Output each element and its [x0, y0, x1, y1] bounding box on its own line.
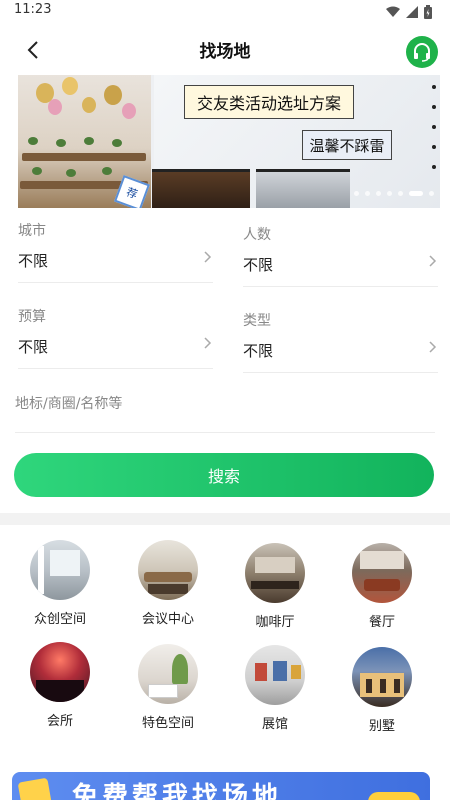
category-label: 别墅: [368, 719, 395, 734]
category-restaurant[interactable]: 餐厅: [337, 543, 427, 630]
carousel-pager: [354, 191, 434, 196]
city-label: 城市: [18, 223, 46, 239]
category-label: 咖啡厅: [255, 615, 295, 630]
city-value: 不限: [18, 252, 49, 270]
divider: [243, 372, 438, 373]
budget-label: 预算: [18, 309, 46, 325]
divider: [243, 286, 438, 287]
category-exhibition[interactable]: 展馆: [230, 645, 320, 732]
status-time: 11:23: [14, 2, 52, 17]
category-cafe[interactable]: 咖啡厅: [230, 543, 320, 630]
exhibition-photo: [245, 645, 305, 705]
special-space-photo: [138, 644, 198, 704]
customer-service-button[interactable]: [406, 36, 438, 68]
budget-value: 不限: [18, 338, 49, 356]
banner-tag: [368, 792, 420, 800]
banner-carousel[interactable]: 荐 交友类活动选址方案 温馨不踩雷: [18, 75, 440, 208]
wifi-icon: [386, 6, 400, 17]
banner-notebook-dots: [432, 85, 436, 185]
divider: [18, 368, 213, 369]
people-label: 人数: [243, 227, 271, 243]
type-label: 类型: [243, 313, 271, 329]
keyword-input[interactable]: 地标/商圈/名称等: [15, 393, 122, 413]
category-conference[interactable]: 会议中心: [123, 540, 213, 627]
status-icons: [386, 5, 432, 19]
category-villa[interactable]: 别墅: [337, 647, 427, 734]
category-special-space[interactable]: 特色空间: [123, 644, 213, 731]
conference-photo: [138, 540, 198, 600]
banner-thumb-cafe: [152, 169, 250, 208]
club-photo: [30, 642, 90, 702]
category-label: 展馆: [261, 717, 288, 732]
nav-bar: 找场地: [0, 28, 450, 72]
cafe-photo: [245, 543, 305, 603]
people-value: 不限: [243, 256, 274, 274]
free-venue-finder-banner[interactable]: 免费帮我找场地: [12, 772, 430, 800]
category-label: 会所: [46, 714, 73, 729]
status-bar: 11:23: [0, 0, 450, 22]
coworking-photo: [30, 540, 90, 600]
chevron-right-icon: [204, 337, 212, 349]
divider: [15, 432, 435, 433]
chevron-right-icon: [204, 251, 212, 263]
villa-photo: [352, 647, 412, 707]
category-label: 众创空间: [33, 612, 86, 627]
banner-headline: 交友类活动选址方案: [184, 85, 354, 119]
section-divider: [0, 513, 450, 525]
restaurant-photo: [352, 543, 412, 603]
signal-icon: [406, 6, 418, 18]
bottom-banner-text: 免费帮我找场地: [72, 782, 283, 800]
chevron-right-icon: [429, 255, 437, 267]
type-value: 不限: [243, 342, 274, 360]
banner-decoration: [17, 777, 53, 800]
banner-thumb-lounge: [256, 169, 350, 208]
category-coworking[interactable]: 众创空间: [15, 540, 105, 627]
category-label: 餐厅: [368, 615, 395, 630]
category-label: 会议中心: [141, 612, 194, 627]
banner-subline: 温馨不踩雷: [302, 130, 392, 160]
category-club[interactable]: 会所: [15, 642, 105, 729]
search-button[interactable]: 搜索: [14, 453, 434, 497]
page-title: 找场地: [199, 42, 251, 62]
banner-feature-panel: 交友类活动选址方案 温馨不踩雷: [152, 75, 440, 208]
category-label: 特色空间: [141, 716, 194, 731]
chevron-right-icon: [429, 341, 437, 353]
divider: [18, 282, 213, 283]
battery-icon: [424, 5, 432, 19]
headset-icon: [414, 43, 430, 62]
